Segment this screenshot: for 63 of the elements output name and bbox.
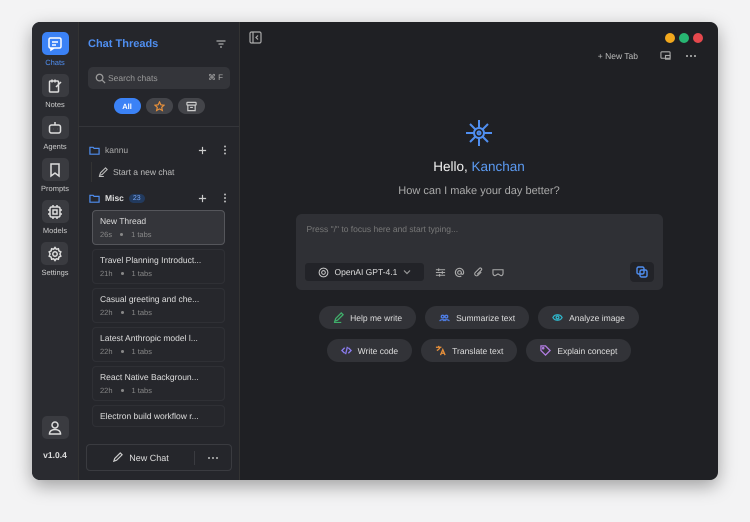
- tag-icon: [540, 345, 552, 356]
- search-icon: [95, 72, 106, 84]
- plus-icon[interactable]: [198, 194, 207, 202]
- dot-separator-icon: [120, 350, 124, 353]
- sparkle-logo-icon: [464, 119, 493, 147]
- model-logo-icon: [318, 266, 328, 278]
- folder-name[interactable]: Misc: [105, 193, 124, 203]
- sidebar-title: Chat Threads: [88, 38, 158, 50]
- suggestion-chip[interactable]: Translate text: [421, 339, 518, 362]
- subtitle: How can I make your day better?: [398, 185, 560, 197]
- chat-icon: [47, 36, 63, 52]
- new-chat-button[interactable]: New Chat: [87, 445, 194, 470]
- sidebar-toggle-icon[interactable]: [249, 31, 262, 44]
- dot-separator-icon: [120, 311, 124, 314]
- sliders-icon[interactable]: [435, 266, 446, 278]
- paperclip-icon[interactable]: [473, 266, 484, 278]
- shortcut-hint: ⌘ F: [208, 73, 223, 82]
- suggestion-chip[interactable]: Help me write: [319, 306, 416, 329]
- version-label: v1.0.4: [43, 450, 67, 460]
- mask-icon[interactable]: [492, 266, 504, 278]
- message-input[interactable]: Press "/" to focus here and start typing...: [304, 222, 654, 236]
- notepad-icon: [47, 78, 63, 94]
- model-selector[interactable]: OpenAI GPT-4.1: [304, 263, 424, 281]
- pencil-icon: [333, 312, 344, 323]
- window-icon[interactable]: [660, 50, 671, 61]
- star-icon: [154, 100, 164, 112]
- start-new-chat-button[interactable]: Start a new chat: [91, 162, 230, 182]
- user-name: Kanchan: [471, 159, 525, 174]
- plus-icon[interactable]: [198, 146, 207, 154]
- copy-button[interactable]: [630, 262, 654, 282]
- person-icon: [47, 420, 63, 436]
- eye-icon: [552, 312, 564, 323]
- archive-icon: [186, 100, 196, 112]
- suggestion-chip[interactable]: Write code: [326, 339, 412, 362]
- translate-icon: [435, 345, 446, 356]
- code-icon: [340, 345, 352, 356]
- user-profile-button[interactable]: [42, 416, 68, 439]
- archived-filter-tab[interactable]: [178, 98, 204, 114]
- copy-icon: [636, 266, 648, 278]
- pencil-icon: [112, 452, 124, 463]
- more-icon[interactable]: [685, 54, 697, 58]
- folder-icon: [89, 144, 100, 156]
- at-sign-icon[interactable]: [454, 266, 466, 278]
- dot-separator-icon: [120, 389, 124, 392]
- people-icon: [439, 312, 450, 323]
- dot-separator-icon: [120, 272, 124, 275]
- thread-item[interactable]: Electron build workflow r...: [92, 405, 225, 427]
- folder-name[interactable]: kannu: [105, 145, 128, 155]
- suggestion-chip[interactable]: Explain concept: [526, 339, 632, 362]
- suggestion-chip[interactable]: Analyze image: [538, 306, 639, 329]
- robot-icon: [47, 120, 63, 136]
- folder-icon: [89, 192, 100, 204]
- chevron-down-icon: [403, 269, 412, 275]
- more-icon[interactable]: [206, 456, 220, 460]
- new-tab-button[interactable]: + New Tab: [598, 50, 638, 60]
- starred-filter-tab[interactable]: [146, 98, 172, 114]
- greeting-text: Hello,: [433, 159, 468, 174]
- pencil-icon: [98, 167, 108, 177]
- settings-icon: [46, 246, 63, 262]
- dot-separator-icon: [120, 233, 124, 236]
- filter-icon[interactable]: [215, 38, 227, 50]
- suggestion-chip[interactable]: Summarize text: [425, 306, 530, 329]
- chip-icon: [47, 204, 63, 220]
